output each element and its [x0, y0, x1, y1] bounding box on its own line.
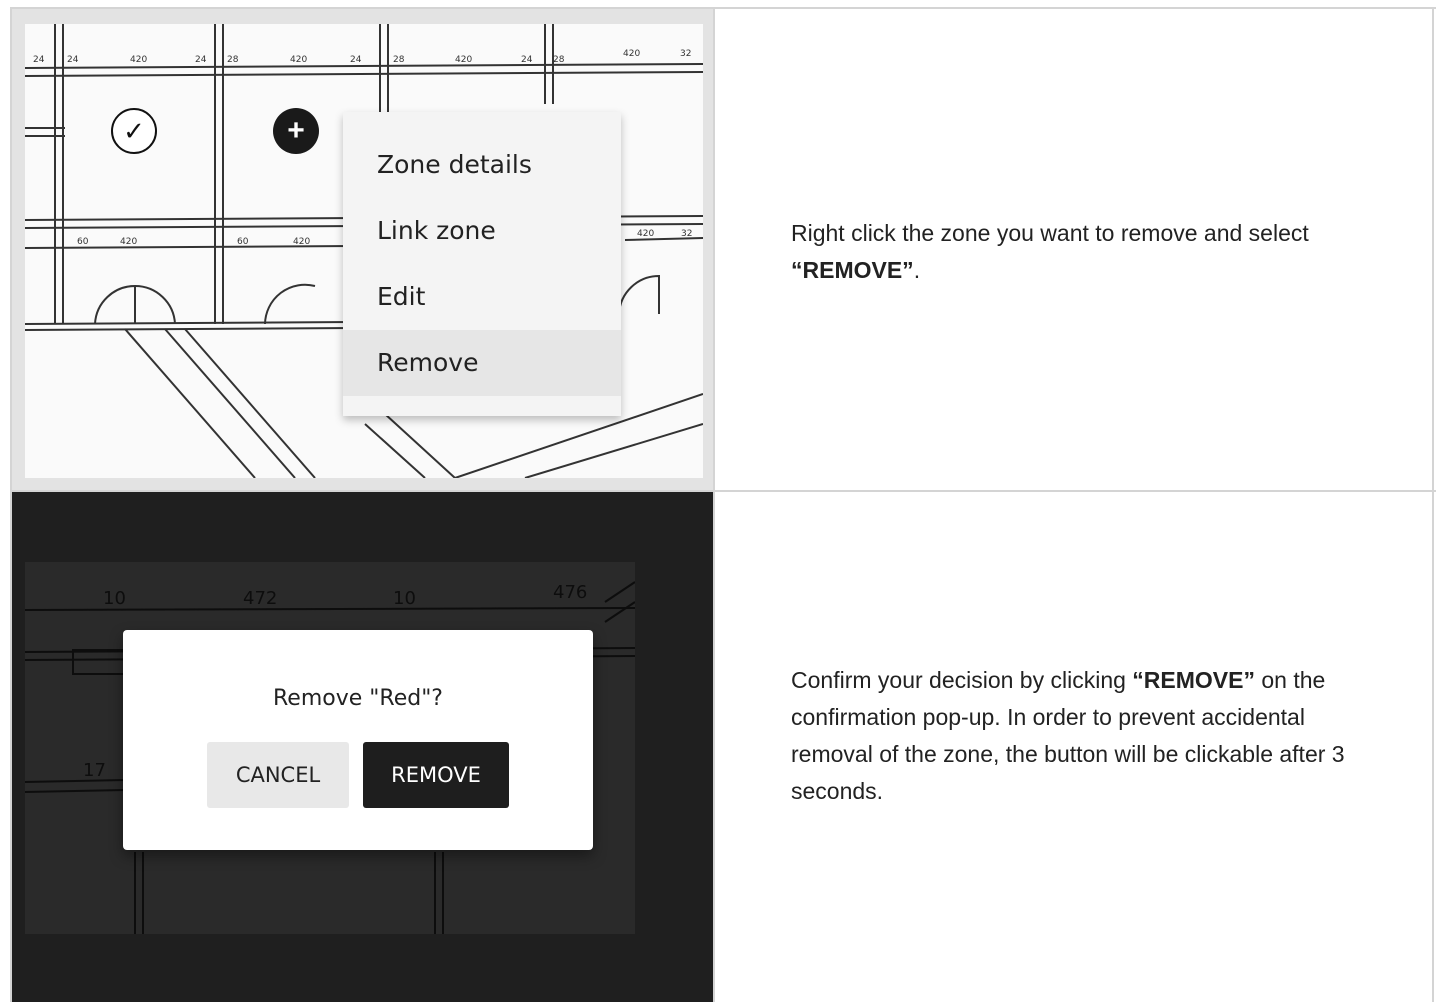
dimension-label: 24 — [195, 55, 207, 65]
dimension-label: 24 — [33, 55, 45, 65]
step-row-confirm-dialog: 10 472 10 476 17 Remove "Red"? CANCEL RE… — [10, 490, 1436, 1002]
dimension-label: 476 — [553, 582, 587, 603]
dimension-label: 420 — [120, 237, 137, 247]
step2-emphasis: “REMOVE” — [1132, 667, 1255, 693]
dimension-label: 420 — [637, 229, 654, 239]
dimension-label: 24 — [521, 55, 533, 65]
dimension-label: 420 — [455, 55, 472, 65]
dimension-label: 472 — [243, 588, 277, 609]
dimension-label: 420 — [623, 49, 640, 59]
step-row-remove-menu: 24 24 420 24 28 420 24 28 420 24 28 420 … — [10, 7, 1436, 490]
dimension-label: 28 — [227, 55, 239, 65]
dimension-label: 28 — [553, 55, 565, 65]
dimension-label: 32 — [680, 49, 691, 59]
dimension-label: 420 — [290, 55, 307, 65]
screenshot-cell: 24 24 420 24 28 420 24 28 420 24 28 420 … — [10, 9, 715, 490]
cancel-button[interactable]: CANCEL — [207, 742, 349, 808]
context-menu: Zone details Link zone Edit Remove — [343, 112, 621, 416]
menu-item-edit[interactable]: Edit — [343, 264, 621, 330]
step2-instruction: Confirm your decision by clicking “REMOV… — [791, 667, 1345, 804]
add-zone-icon[interactable]: + — [273, 108, 319, 154]
instruction-cell: Confirm your decision by clicking “REMOV… — [715, 492, 1434, 1002]
dimension-label: 24 — [350, 55, 362, 65]
dimension-label: 32 — [681, 229, 692, 239]
screenshot-cell: 10 472 10 476 17 Remove "Red"? CANCEL RE… — [10, 492, 715, 1002]
dimension-label: 28 — [393, 55, 405, 65]
dimension-label: 60 — [77, 237, 89, 247]
menu-item-link-zone[interactable]: Link zone — [343, 198, 621, 264]
dimension-label: 17 — [83, 760, 106, 781]
dimension-label: 24 — [67, 55, 79, 65]
dimension-label: 10 — [393, 588, 416, 609]
menu-item-remove[interactable]: Remove — [343, 330, 621, 396]
dimension-label: 60 — [237, 237, 249, 247]
confirm-remove-dialog: Remove "Red"? CANCEL REMOVE — [123, 630, 593, 850]
step1-instruction: Right click the zone you want to remove … — [791, 220, 1309, 283]
dimension-label: 420 — [293, 237, 310, 247]
remove-button[interactable]: REMOVE — [363, 742, 509, 808]
dimension-label: 10 — [103, 588, 126, 609]
dimension-label: 420 — [130, 55, 147, 65]
zone-checked-icon[interactable]: ✓ — [111, 108, 157, 154]
dialog-title: Remove "Red"? — [273, 686, 443, 711]
floor-plan-screenshot: 24 24 420 24 28 420 24 28 420 24 28 420 … — [25, 24, 703, 478]
instruction-table: 24 24 420 24 28 420 24 28 420 24 28 420 … — [10, 7, 1436, 1002]
floor-plan-dimmed-screenshot: 10 472 10 476 17 Remove "Red"? CANCEL RE… — [25, 562, 635, 934]
menu-item-zone-details[interactable]: Zone details — [343, 132, 621, 198]
instruction-cell: Right click the zone you want to remove … — [715, 9, 1434, 490]
step1-emphasis: “REMOVE” — [791, 257, 914, 283]
